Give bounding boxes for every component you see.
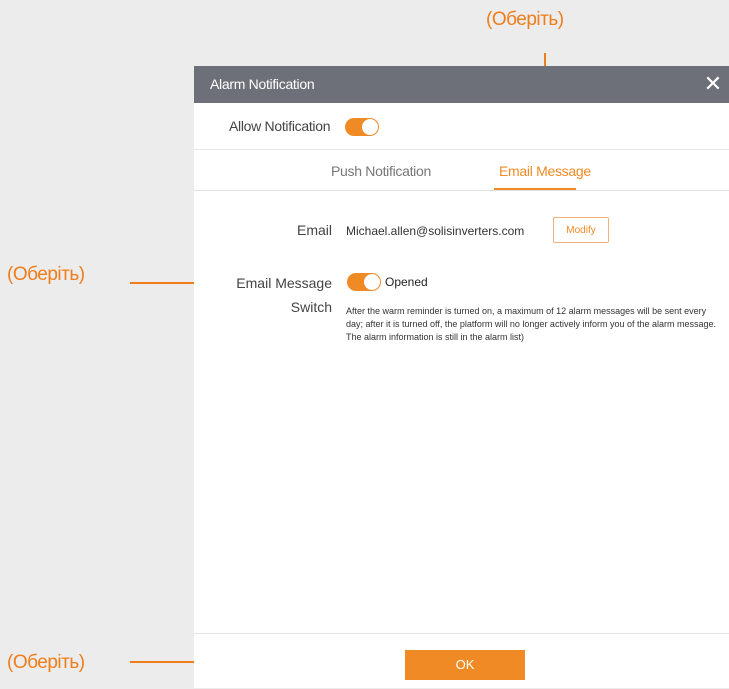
dialog-footer: OK [194,633,729,689]
arrow-right-indicator [130,277,208,289]
tab-email-message[interactable]: Email Message [499,163,591,179]
notification-tabs: Push Notification Email Message [194,150,729,191]
dialog-title: Alarm Notification [210,76,315,92]
active-tab-indicator [494,188,576,190]
email-switch-status: Opened [385,275,428,289]
email-switch-description: After the warm reminder is turned on, a … [346,306,717,342]
email-message-switch-label: Email Message [236,275,332,291]
email-label: Email [296,222,332,238]
arrow-right-indicator [130,656,208,668]
dialog-titlebar: Alarm Notification ✕ [194,66,729,103]
annotation-select-bottom: (Оберіть) [7,652,85,673]
email-value: Michael.allen@solisinverters.com [346,224,525,238]
allow-notification-row: Allow Notification [194,103,729,150]
allow-notification-toggle[interactable] [345,118,379,136]
close-icon[interactable]: ✕ [699,70,727,98]
alarm-notification-dialog: Alarm Notification ✕ Allow Notification … [194,66,729,688]
toggle-knob [364,274,380,290]
toggle-knob [362,119,378,135]
allow-notification-label: Allow Notification [229,118,331,134]
email-message-switch-label-2: Switch [290,299,332,315]
ok-button[interactable]: OK [405,650,525,680]
tab-push-notification[interactable]: Push Notification [331,163,431,179]
annotation-select-top: (Оберіть) [486,9,564,30]
email-message-toggle[interactable] [347,273,381,291]
modify-button[interactable]: Modify [553,217,609,243]
annotation-select-middle: (Оберіть) [7,264,85,285]
